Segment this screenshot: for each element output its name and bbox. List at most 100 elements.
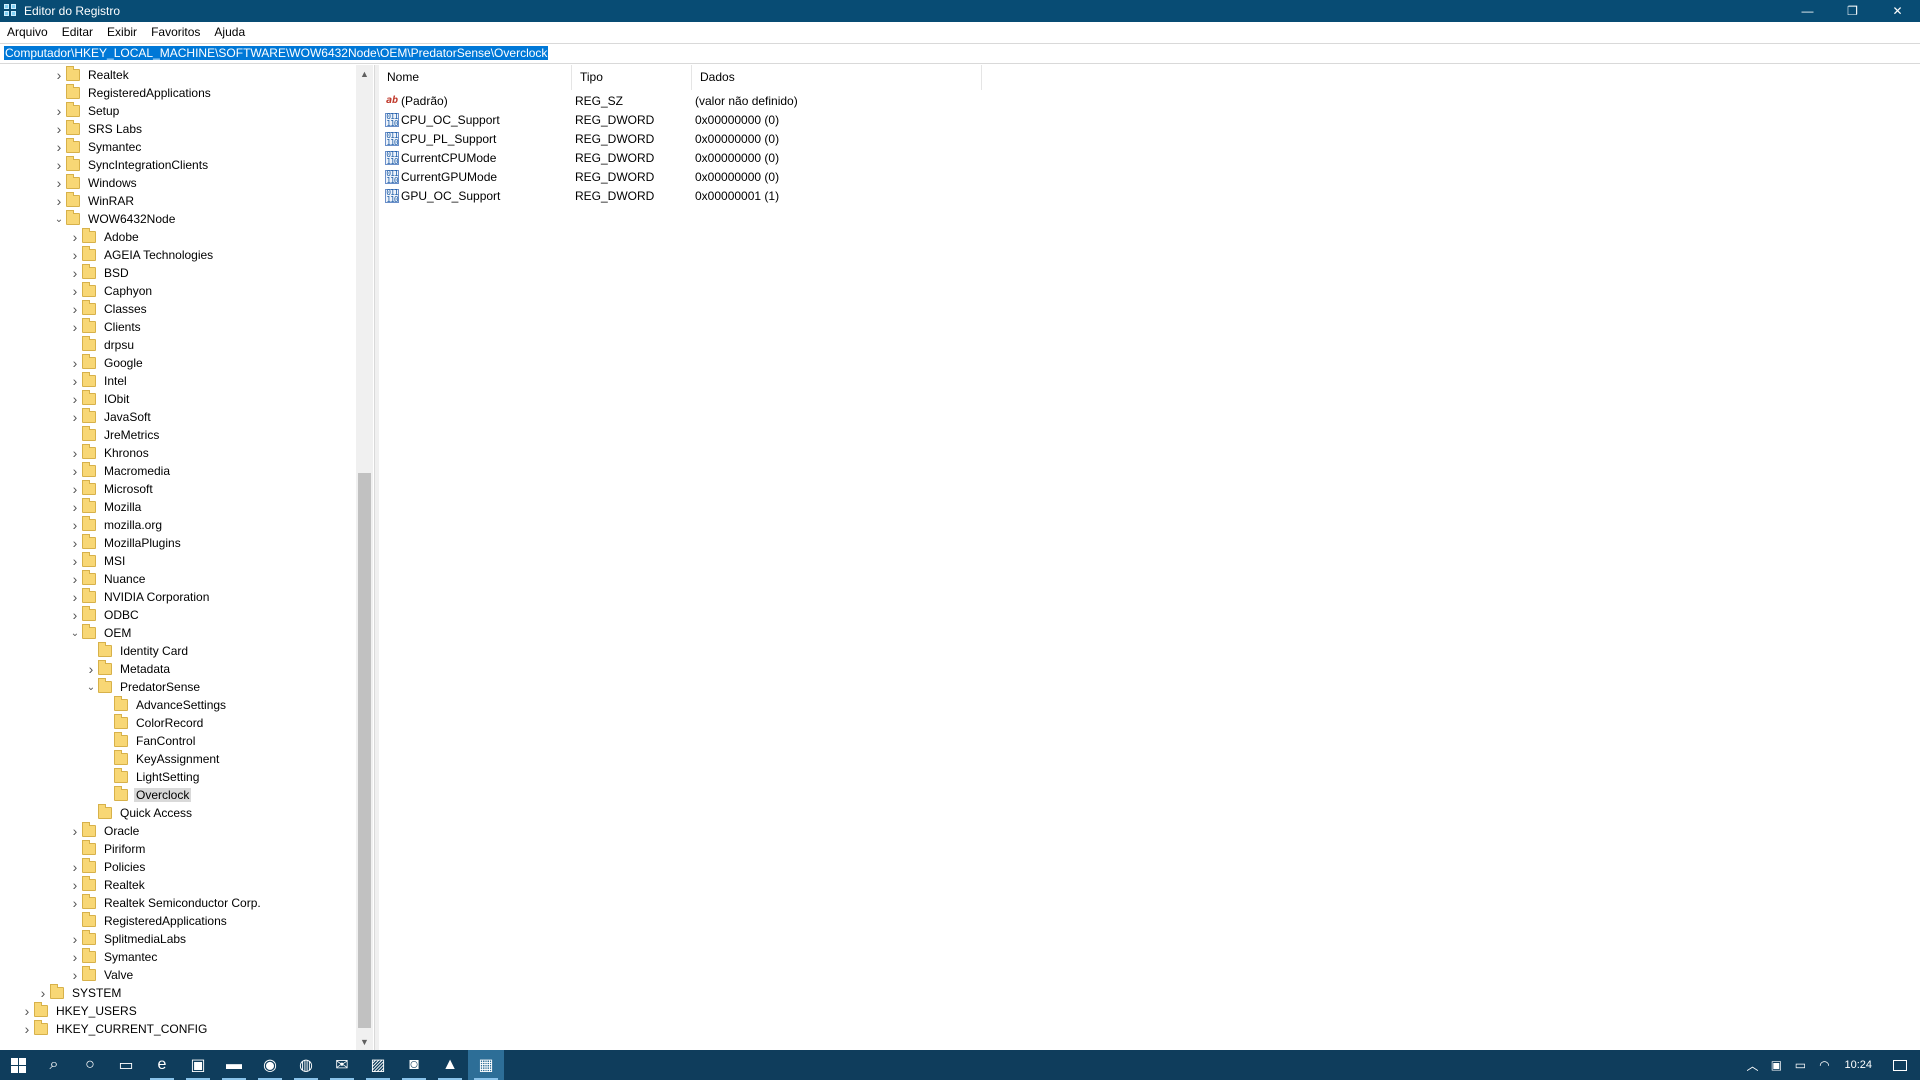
chevron-right-icon[interactable]: › xyxy=(68,588,82,606)
chevron-right-icon[interactable]: › xyxy=(68,894,82,912)
chrome-icon[interactable]: ◍ xyxy=(288,1050,324,1080)
chevron-right-icon[interactable]: › xyxy=(68,930,82,948)
chevron-right-icon[interactable]: › xyxy=(68,300,82,318)
value-row[interactable]: 011 110 CPU_PL_Support REG_DWORD 0x00000000 … xyxy=(379,129,982,148)
store-icon[interactable]: ▣ xyxy=(180,1050,216,1080)
chevron-right-icon[interactable]: › xyxy=(68,354,82,372)
tree-node[interactable]: › Realtek xyxy=(68,876,147,894)
tree-node[interactable]: › BSD xyxy=(68,264,131,282)
tree-node[interactable]: RegisteredApplications xyxy=(68,912,229,930)
media-player-icon[interactable]: ◉ xyxy=(252,1050,288,1080)
chevron-right-icon[interactable]: › xyxy=(36,984,50,1002)
tree-node[interactable]: FanControl xyxy=(100,732,197,750)
registry-tree[interactable]: › Realtek RegisteredApplications › Setup › SRS… xyxy=(0,65,375,1050)
chevron-down-icon[interactable]: ⌄ xyxy=(84,678,98,696)
tree-node[interactable]: › HKEY_USERS xyxy=(20,1002,139,1020)
tree-node[interactable]: › Classes xyxy=(68,300,149,318)
scroll-thumb[interactable] xyxy=(358,473,371,1028)
tree-node[interactable]: › SRS Labs xyxy=(52,120,144,138)
tree-node[interactable]: › Windows xyxy=(52,174,139,192)
address-path[interactable]: Computador\HKEY_LOCAL_MACHINE\SOFTWARE\W… xyxy=(4,46,549,60)
chevron-right-icon[interactable]: › xyxy=(68,966,82,984)
tray-device-icon[interactable]: ▣ xyxy=(1764,1050,1788,1080)
value-row[interactable]: 011 110 CurrentCPUMode REG_DWORD 0x00000000 … xyxy=(379,148,982,167)
chevron-right-icon[interactable]: › xyxy=(68,390,82,408)
tree-node[interactable]: › AGEIA Technologies xyxy=(68,246,215,264)
chevron-right-icon[interactable]: › xyxy=(68,948,82,966)
chevron-right-icon[interactable]: › xyxy=(68,498,82,516)
chevron-right-icon[interactable]: › xyxy=(68,372,82,390)
tree-node[interactable]: JreMetrics xyxy=(68,426,161,444)
address-bar[interactable]: Computador\HKEY_LOCAL_MACHINE\SOFTWARE\W… xyxy=(0,43,1920,64)
tree-node[interactable]: ColorRecord xyxy=(100,714,205,732)
chevron-right-icon[interactable]: › xyxy=(68,462,82,480)
tree-node[interactable]: › Symantec xyxy=(52,138,143,156)
tree-node[interactable]: › Policies xyxy=(68,858,147,876)
chevron-right-icon[interactable]: › xyxy=(52,138,66,156)
menu-editar[interactable]: Editar xyxy=(55,25,100,39)
tree-node[interactable]: › JavaSoft xyxy=(68,408,153,426)
tree-node[interactable]: › Macromedia xyxy=(68,462,172,480)
chevron-right-icon[interactable]: › xyxy=(68,246,82,264)
tree-node[interactable]: drpsu xyxy=(68,336,136,354)
tree-node[interactable]: ⌄ OEM xyxy=(68,624,133,642)
chevron-right-icon[interactable]: › xyxy=(52,156,66,174)
tree-node[interactable]: KeyAssignment xyxy=(100,750,221,768)
scroll-down-icon[interactable]: ▼ xyxy=(356,1033,373,1050)
tree-node[interactable]: › HKEY_CURRENT_CONFIG xyxy=(20,1020,209,1038)
chevron-right-icon[interactable]: › xyxy=(68,822,82,840)
regedit-icon[interactable]: ▦ xyxy=(468,1050,504,1080)
battery-icon[interactable]: ▭ xyxy=(1788,1050,1812,1080)
tree-node[interactable]: LightSetting xyxy=(100,768,201,786)
value-row[interactable]: 011 110 CurrentGPUMode REG_DWORD 0x00000000 … xyxy=(379,167,982,186)
photos-icon[interactable]: ▨ xyxy=(360,1050,396,1080)
tree-node[interactable]: › SyncIntegrationClients xyxy=(52,156,210,174)
tree-node[interactable]: › MozillaPlugins xyxy=(68,534,183,552)
tree-node[interactable]: › Clients xyxy=(68,318,143,336)
chevron-right-icon[interactable]: › xyxy=(68,480,82,498)
tree-node[interactable]: › Metadata xyxy=(84,660,172,678)
menu-exibir[interactable]: Exibir xyxy=(100,25,144,39)
chevron-right-icon[interactable]: › xyxy=(52,102,66,120)
search-icon[interactable]: ⌕ xyxy=(36,1050,72,1080)
chevron-right-icon[interactable]: › xyxy=(68,570,82,588)
tree-node[interactable]: Identity Card xyxy=(84,642,190,660)
task-view-icon[interactable]: ▭ xyxy=(108,1050,144,1080)
tree-node[interactable]: › SplitmediaLabs xyxy=(68,930,188,948)
tree-scrollbar[interactable]: ▲ ▼ xyxy=(356,65,373,1050)
tree-node[interactable]: › Setup xyxy=(52,102,121,120)
tree-node[interactable]: › Valve xyxy=(68,966,135,984)
chevron-right-icon[interactable]: › xyxy=(68,444,82,462)
value-row[interactable]: ab (Padrão) REG_SZ (valor não definido) xyxy=(379,91,982,110)
chevron-down-icon[interactable]: ⌄ xyxy=(52,210,66,228)
chevron-right-icon[interactable]: › xyxy=(68,552,82,570)
tree-node[interactable]: › SYSTEM xyxy=(36,984,123,1002)
tree-node[interactable]: › Intel xyxy=(68,372,129,390)
tree-node[interactable]: › Nuance xyxy=(68,570,147,588)
tray-chevron-up-icon[interactable]: ︿ xyxy=(1740,1050,1764,1080)
tree-node[interactable]: AdvanceSettings xyxy=(100,696,228,714)
column-header-nome[interactable]: Nome xyxy=(379,65,572,90)
acrobat-icon[interactable]: ▲ xyxy=(432,1050,468,1080)
tree-node[interactable]: › MSI xyxy=(68,552,127,570)
tree-node[interactable]: › Caphyon xyxy=(68,282,154,300)
tree-node[interactable]: › Realtek xyxy=(52,66,131,84)
menu-arquivo[interactable]: Arquivo xyxy=(0,25,55,39)
whatsapp-icon[interactable]: ◙ xyxy=(396,1050,432,1080)
chevron-right-icon[interactable]: › xyxy=(20,1020,34,1038)
edge-icon[interactable]: e xyxy=(144,1050,180,1080)
tree-node[interactable]: › Mozilla xyxy=(68,498,143,516)
tree-node[interactable]: › Symantec xyxy=(68,948,159,966)
chevron-right-icon[interactable]: › xyxy=(52,120,66,138)
tree-node[interactable]: Piriform xyxy=(68,840,147,858)
chevron-right-icon[interactable]: › xyxy=(68,318,82,336)
tree-node[interactable]: › Adobe xyxy=(68,228,141,246)
chevron-right-icon[interactable]: › xyxy=(52,66,66,84)
chevron-right-icon[interactable]: › xyxy=(68,516,82,534)
start-button[interactable] xyxy=(0,1050,36,1080)
scroll-up-icon[interactable]: ▲ xyxy=(356,65,373,82)
chevron-right-icon[interactable]: › xyxy=(68,534,82,552)
tree-node[interactable]: › Oracle xyxy=(68,822,141,840)
restore-button[interactable]: ❐ xyxy=(1830,0,1875,22)
file-explorer-icon[interactable]: ▬ xyxy=(216,1050,252,1080)
